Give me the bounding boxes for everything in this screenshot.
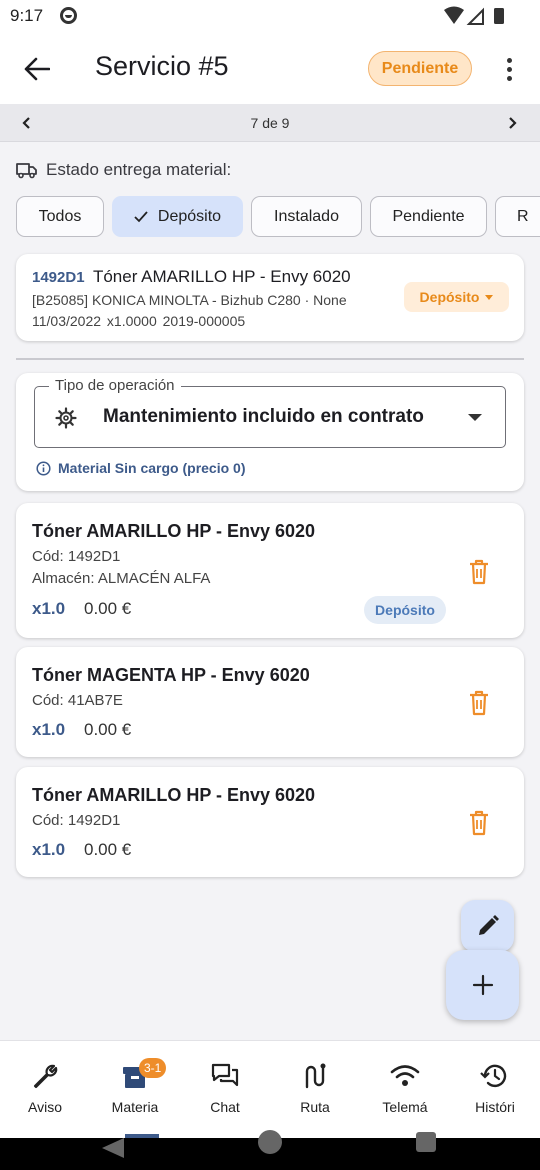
pager-label: 7 de 9 — [250, 115, 290, 131]
nav-label: Aviso — [28, 1099, 62, 1115]
estado-header: Estado entrega material: — [16, 160, 231, 180]
operation-type-legend: Tipo de operación — [49, 377, 181, 394]
filter-chip-label: Instalado — [274, 207, 339, 225]
operation-type-select[interactable]: Tipo de operación Mantenimiento incluido… — [34, 377, 506, 448]
chat-icon — [211, 1063, 239, 1087]
summary-device: [B25085] KONICA MINOLTA - Bizhub C280 · … — [32, 292, 347, 308]
selected-indicator — [125, 1134, 159, 1138]
operation-info-text: Material Sin cargo (precio 0) — [58, 460, 246, 476]
material-code: Cód: 1492D1 — [32, 548, 121, 565]
nav-item-telemetria[interactable]: Telemá — [360, 1041, 450, 1139]
edit-fab[interactable] — [461, 900, 514, 952]
material-card[interactable]: Tóner MAGENTA HP - Envy 6020 Cód: 41AB7E… — [16, 647, 524, 757]
operation-info: Material Sin cargo (precio 0) — [36, 460, 246, 476]
page-title: Servicio #5 — [95, 51, 229, 81]
status-bar: 9:17 — [0, 0, 540, 34]
system-navigation-bar — [0, 1130, 540, 1170]
material-qty: x1.0 — [32, 720, 66, 739]
nav-badge: 3-1 — [139, 1058, 167, 1078]
history-icon — [480, 1064, 507, 1088]
app-bar: Servicio #5 Pendiente — [0, 34, 540, 104]
material-title: Tóner AMARILLO HP - Envy 6020 — [32, 785, 316, 805]
material-qty: x1.0 — [32, 599, 66, 618]
notification-icon — [60, 7, 77, 24]
nav-label: Históri — [475, 1099, 515, 1115]
nav-label: Telemá — [382, 1099, 428, 1115]
filter-chip-label: Todos — [38, 207, 82, 225]
system-back-icon[interactable] — [102, 1138, 124, 1158]
material-qty: x1.0 — [32, 840, 66, 859]
pager: 7 de 9 — [0, 104, 540, 142]
wifi-icon — [390, 1065, 420, 1086]
summary-title-line: 1492D1 Tóner AMARILLO HP - Envy 6020 — [32, 267, 351, 287]
filter-chip-instalado[interactable]: Instalado — [251, 196, 362, 237]
check-icon — [134, 210, 148, 222]
filter-chip-pendiente[interactable]: Pendiente — [370, 196, 487, 237]
filter-chip-todos[interactable]: Todos — [16, 196, 104, 237]
material-card[interactable]: Tóner AMARILLO HP - Envy 6020 Cód: 1492D… — [16, 503, 524, 638]
material-title: Tóner MAGENTA HP - Envy 6020 — [32, 665, 310, 685]
caret-down-icon — [485, 294, 494, 300]
pencil-icon — [478, 915, 499, 935]
material-title: Tóner AMARILLO HP - Envy 6020 — [32, 521, 316, 541]
status-badge: Pendiente — [368, 51, 472, 86]
summary-title: Tóner AMARILLO HP - Envy 6020 — [92, 267, 351, 286]
next-button[interactable] — [497, 108, 527, 138]
dropdown-arrow-icon — [468, 414, 482, 421]
more-options-button[interactable] — [494, 52, 524, 86]
system-home-icon[interactable] — [258, 1130, 282, 1154]
delete-icon[interactable] — [468, 559, 490, 585]
summary-code: 1492D1 — [32, 269, 85, 286]
divider — [16, 358, 524, 360]
nav-label: Materia — [111, 1099, 159, 1115]
nav-item-aviso[interactable]: Aviso — [0, 1041, 90, 1139]
filter-chip-label: R — [517, 207, 529, 225]
status-badge: Depósito — [364, 596, 446, 624]
material-summary-card: 1492D1 Tóner AMARILLO HP - Envy 6020 [B2… — [16, 254, 524, 341]
chevron-right-icon — [509, 117, 517, 129]
more-vert-icon — [506, 57, 512, 63]
filter-chip-deposito[interactable]: Depósito — [112, 196, 243, 237]
add-material-fab[interactable] — [446, 950, 519, 1020]
material-price: 0.00 € — [84, 599, 132, 618]
material-code: Cód: 1492D1 — [32, 812, 121, 829]
delete-icon[interactable] — [468, 690, 490, 716]
info-icon — [36, 460, 51, 476]
nav-item-ruta[interactable]: Ruta — [270, 1041, 360, 1139]
wrench-icon — [33, 1064, 58, 1089]
material-almacen: Almacén: ALMACÉN ALFA — [32, 570, 211, 587]
filter-chip-partial[interactable]: R — [495, 196, 540, 237]
state-dropdown-label: Depósito — [419, 289, 480, 305]
system-recents-icon[interactable] — [416, 1132, 436, 1152]
material-price: 0.00 € — [84, 840, 132, 859]
delete-icon[interactable] — [468, 810, 490, 836]
arrow-back-icon — [24, 57, 50, 81]
nav-item-historico[interactable]: Históri — [450, 1041, 540, 1139]
operation-type-value: Mantenimiento incluido en contrato — [103, 406, 424, 427]
bottom-navigation: Aviso 3-1 Materia Chat Ruta Telemá Histó… — [0, 1040, 540, 1138]
truck-icon — [16, 163, 37, 179]
plus-icon — [472, 974, 493, 996]
estado-label: Estado entrega material: — [46, 160, 232, 179]
operation-card: Tipo de operación Mantenimiento incluido… — [16, 373, 524, 491]
nav-item-material[interactable]: 3-1 Materia — [90, 1041, 180, 1139]
state-dropdown[interactable]: Depósito — [404, 282, 509, 312]
nav-item-chat[interactable]: Chat — [180, 1041, 270, 1139]
filter-chips: Todos Depósito Instalado Pendiente R — [16, 196, 540, 238]
material-card[interactable]: Tóner AMARILLO HP - Envy 6020 Cód: 1492D… — [16, 767, 524, 877]
back-button[interactable] — [20, 52, 54, 86]
status-time: 9:17 — [10, 6, 44, 25]
nav-label: Chat — [210, 1099, 240, 1115]
material-code: Cód: 41AB7E — [32, 692, 123, 709]
route-icon — [305, 1063, 326, 1089]
nav-label: Ruta — [300, 1099, 330, 1115]
filter-chip-label: Pendiente — [392, 207, 465, 225]
filter-chip-label: Depósito — [157, 207, 222, 225]
gear-icon — [55, 407, 77, 429]
material-price: 0.00 € — [84, 720, 132, 739]
system-status-icons — [444, 6, 504, 25]
summary-details: 11/03/2022 x1.0000 2019-000005 — [32, 313, 246, 329]
